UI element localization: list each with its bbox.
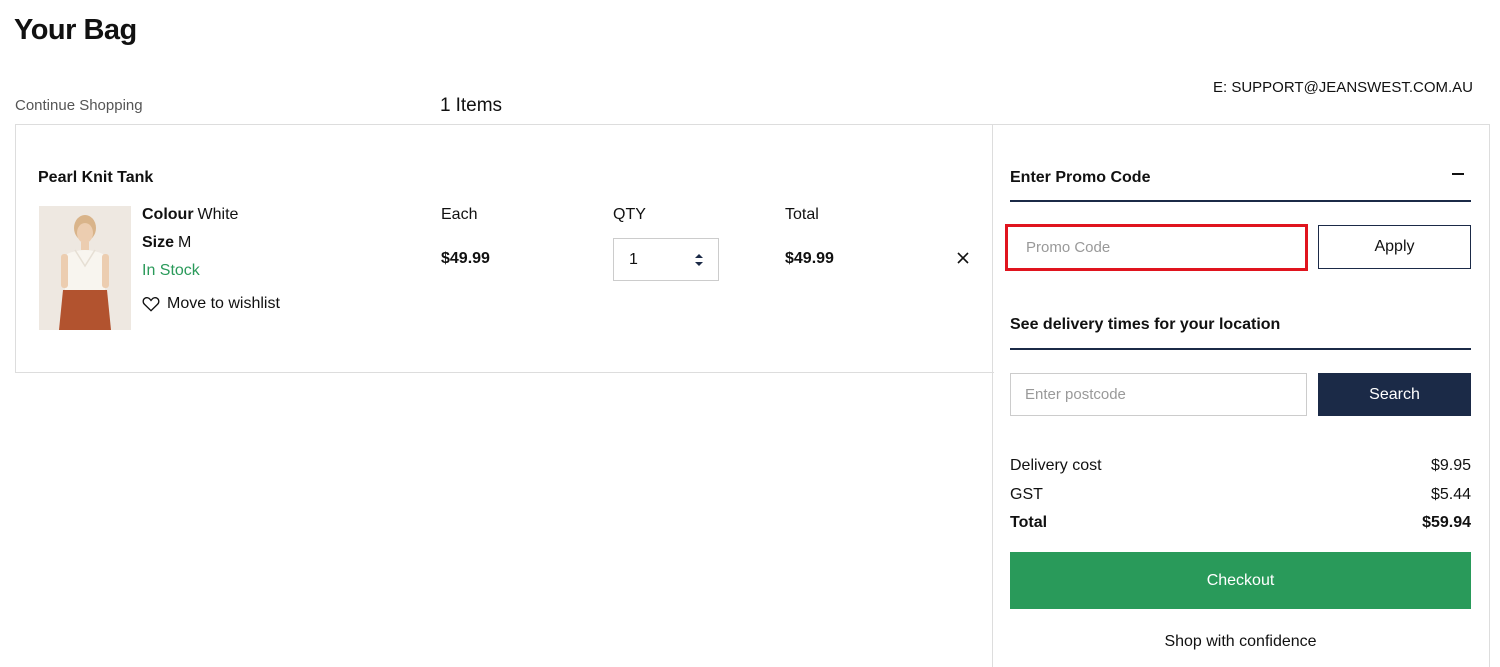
promo-section-title[interactable]: Enter Promo Code bbox=[1010, 169, 1150, 187]
shop-with-confidence[interactable]: Shop with confidence bbox=[1010, 633, 1471, 651]
colour-detail: Colour White bbox=[142, 206, 238, 224]
product-name[interactable]: Pearl Knit Tank bbox=[38, 169, 153, 187]
colour-value: White bbox=[197, 206, 239, 223]
stock-status: In Stock bbox=[142, 262, 200, 279]
order-total-label: Total bbox=[1010, 514, 1048, 531]
product-photo-icon bbox=[39, 206, 131, 330]
delivery-cost-label: Delivery cost bbox=[1010, 457, 1102, 474]
size-value: M bbox=[178, 234, 192, 251]
order-total-row: Total $59.94 bbox=[1010, 514, 1471, 532]
qty-column-header: QTY bbox=[613, 206, 646, 223]
item-count-label: Items bbox=[455, 95, 503, 116]
sort-arrows-icon bbox=[695, 254, 703, 266]
heart-icon bbox=[142, 297, 160, 312]
remove-item-close-icon[interactable] bbox=[955, 250, 971, 266]
size-detail: Size M bbox=[142, 234, 191, 252]
product-image[interactable] bbox=[39, 206, 131, 330]
each-price: $49.99 bbox=[441, 250, 490, 267]
delivery-cost-row: Delivery cost $9.95 bbox=[1010, 457, 1471, 475]
line-total-price: $49.99 bbox=[785, 250, 834, 267]
apply-button[interactable]: Apply bbox=[1318, 225, 1471, 269]
quantity-value: 1 bbox=[629, 250, 638, 268]
support-email[interactable]: E: SUPPORT@JEANSWEST.COM.AU bbox=[1213, 79, 1473, 96]
gst-row: GST $5.44 bbox=[1010, 486, 1471, 504]
total-column-header: Total bbox=[785, 206, 819, 223]
size-label: Size bbox=[142, 234, 175, 251]
item-count-number: 1 bbox=[440, 95, 451, 116]
page-title: Your Bag bbox=[14, 14, 137, 46]
quantity-select[interactable]: 1 bbox=[613, 238, 719, 281]
gst-value: $5.44 bbox=[1430, 486, 1471, 503]
search-button[interactable]: Search bbox=[1318, 373, 1471, 416]
delivery-cost-value: $9.95 bbox=[1430, 457, 1471, 474]
promo-code-input[interactable] bbox=[1005, 224, 1308, 271]
delivery-divider bbox=[1010, 348, 1471, 350]
checkout-button[interactable]: Checkout bbox=[1010, 552, 1471, 609]
each-column-header: Each bbox=[441, 206, 478, 223]
move-to-wishlist-button[interactable]: Move to wishlist bbox=[142, 295, 280, 313]
delivery-section-title: See delivery times for your location bbox=[1010, 316, 1281, 333]
promo-divider bbox=[1010, 200, 1471, 202]
continue-shopping-link[interactable]: Continue Shopping bbox=[15, 97, 143, 114]
item-count: 1 Items bbox=[440, 95, 507, 117]
order-total-value: $59.94 bbox=[1422, 514, 1471, 531]
minus-icon[interactable] bbox=[1452, 173, 1464, 175]
postcode-input[interactable] bbox=[1010, 373, 1307, 416]
colour-label: Colour bbox=[142, 206, 194, 223]
gst-label: GST bbox=[1010, 486, 1043, 503]
wishlist-label: Move to wishlist bbox=[167, 295, 280, 312]
